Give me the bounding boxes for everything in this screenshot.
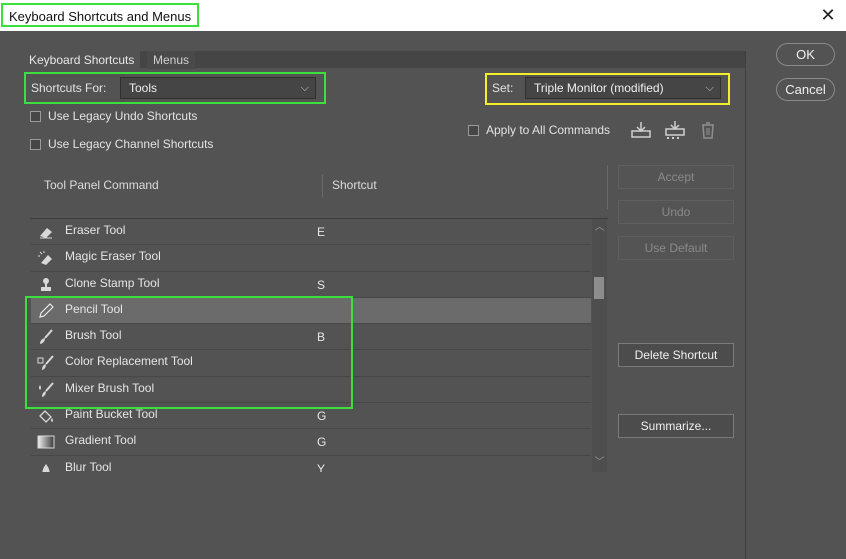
cancel-button[interactable]: Cancel — [776, 78, 835, 101]
set-value: Triple Monitor (modified) — [534, 81, 664, 95]
summarize-button[interactable]: Summarize... — [618, 414, 734, 438]
table-row[interactable]: Eraser Tool E — [31, 219, 591, 246]
apply-all-checkbox[interactable] — [468, 125, 479, 136]
tab-menus[interactable]: Menus — [147, 51, 196, 69]
table-row[interactable]: Gradient Tool G — [31, 429, 591, 456]
accept-button[interactable]: Accept — [618, 165, 734, 189]
header-divider — [607, 165, 608, 209]
command-list: Eraser Tool E Magic Eraser Tool Clone St… — [31, 219, 591, 472]
scrollbar-thumb[interactable] — [594, 277, 604, 299]
window-title: Keyboard Shortcuts and Menus — [1, 3, 200, 27]
ok-button[interactable]: OK — [776, 43, 835, 66]
table-row[interactable]: Pencil Tool — [31, 297, 591, 325]
tab-keyboard-shortcuts[interactable]: Keyboard Shortcuts — [23, 51, 141, 69]
table-row[interactable]: Magic Eraser Tool — [31, 245, 591, 272]
apply-all-label: Apply to All Commands — [486, 123, 611, 137]
save-set-as-icon[interactable] — [664, 120, 686, 140]
legacy-channel-checkbox[interactable] — [30, 139, 41, 150]
magic-eraser-icon — [38, 251, 52, 266]
brush-icon — [40, 329, 53, 345]
legacy-channel-label: Use Legacy Channel Shortcuts — [48, 137, 214, 151]
table-row[interactable]: Mixer Brush Tool — [31, 377, 591, 404]
delete-shortcut-button[interactable]: Delete Shortcut — [618, 343, 734, 367]
chevron-up-icon[interactable]: ︿ — [592, 221, 607, 235]
eraser-icon — [40, 228, 52, 239]
chevron-down-icon[interactable]: ﹀ — [592, 456, 607, 470]
set-label: Set: — [492, 81, 514, 95]
trash-icon[interactable] — [697, 120, 719, 140]
shortcuts-for-value: Tools — [129, 81, 158, 95]
close-icon[interactable]: ✕ — [816, 3, 840, 27]
mixer-brush-icon — [39, 382, 54, 397]
column-header-shortcut[interactable]: Shortcut — [332, 178, 377, 192]
gradient-icon — [37, 435, 55, 449]
shortcuts-for-label: Shortcuts For: — [31, 81, 107, 95]
list-scrollbar[interactable]: ︿ ﹀ — [592, 219, 607, 472]
column-header-command[interactable]: Tool Panel Command — [44, 178, 159, 192]
paint-bucket-icon — [39, 410, 53, 423]
table-row[interactable]: Blur Tool Y — [31, 456, 591, 472]
legacy-undo-label: Use Legacy Undo Shortcuts — [48, 109, 198, 123]
table-row[interactable]: Paint Bucket Tool G — [31, 403, 591, 430]
set-select[interactable]: Triple Monitor (modified) ⌵ — [525, 77, 721, 99]
shortcuts-for-select[interactable]: Tools ⌵ — [120, 77, 316, 99]
legacy-undo-checkbox[interactable] — [30, 111, 41, 122]
column-divider — [322, 175, 323, 197]
pencil-icon — [39, 303, 54, 318]
title-bar: Keyboard Shortcuts and Menus ✕ — [0, 0, 846, 31]
chevron-down-icon: ⌵ — [705, 82, 714, 94]
undo-button[interactable]: Undo — [618, 200, 734, 224]
clone-stamp-icon — [41, 277, 51, 291]
use-default-button[interactable]: Use Default — [618, 236, 734, 260]
table-row[interactable]: Brush Tool B — [31, 324, 591, 351]
color-replacement-icon — [37, 355, 54, 371]
blur-icon — [42, 463, 50, 472]
table-row[interactable]: Color Replacement Tool — [31, 350, 591, 377]
save-set-icon[interactable] — [630, 120, 652, 140]
table-row[interactable]: Clone Stamp Tool S — [31, 272, 591, 298]
chevron-down-icon: ⌵ — [300, 82, 309, 94]
